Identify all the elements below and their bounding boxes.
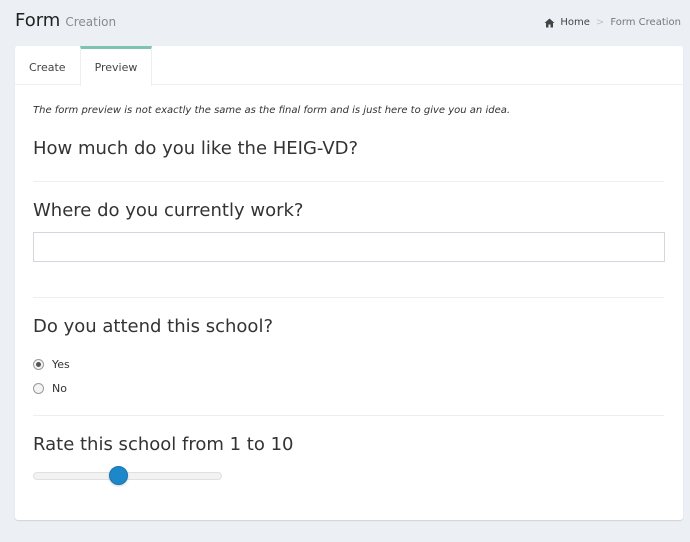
- question-title: Where do you currently work?: [33, 200, 304, 221]
- divider: [33, 415, 664, 416]
- breadcrumb: Home > Form Creation: [544, 17, 681, 28]
- page-title-text: Form: [15, 10, 61, 31]
- divider: [33, 297, 664, 298]
- radio-button[interactable]: [33, 382, 44, 394]
- radio-label: Yes: [52, 357, 70, 371]
- page-title: Form Creation: [15, 10, 116, 31]
- page-subtitle: Creation: [65, 15, 117, 29]
- preview-note: The form preview is not exactly the same…: [33, 105, 511, 116]
- page-header: Form Creation Home > Form Creation: [0, 0, 690, 46]
- home-icon: [544, 18, 555, 27]
- breadcrumb-home-link[interactable]: Home: [560, 17, 590, 28]
- question-title: How much do you like the HEIG-VD?: [33, 138, 359, 159]
- tab-preview[interactable]: Preview: [79, 46, 153, 86]
- radio-option-no[interactable]: No: [33, 381, 67, 395]
- radio-option-yes[interactable]: Yes: [33, 357, 70, 371]
- question-title: Do you attend this school?: [33, 316, 273, 337]
- radio-button[interactable]: [33, 358, 44, 370]
- question-title: Rate this school from 1 to 10: [33, 434, 294, 455]
- form-card: Create Preview The form preview is not e…: [15, 46, 683, 520]
- slider-handle[interactable]: [109, 466, 128, 485]
- divider: [33, 181, 664, 182]
- breadcrumb-current: Form Creation: [610, 17, 681, 28]
- tab-bar: Create Preview: [15, 46, 683, 86]
- radio-label: No: [52, 381, 67, 395]
- tab-create[interactable]: Create: [15, 46, 80, 85]
- rating-slider[interactable]: [33, 466, 222, 486]
- radio-selected-dot: [36, 361, 41, 367]
- work-input[interactable]: [33, 232, 665, 262]
- breadcrumb-separator: >: [595, 17, 605, 28]
